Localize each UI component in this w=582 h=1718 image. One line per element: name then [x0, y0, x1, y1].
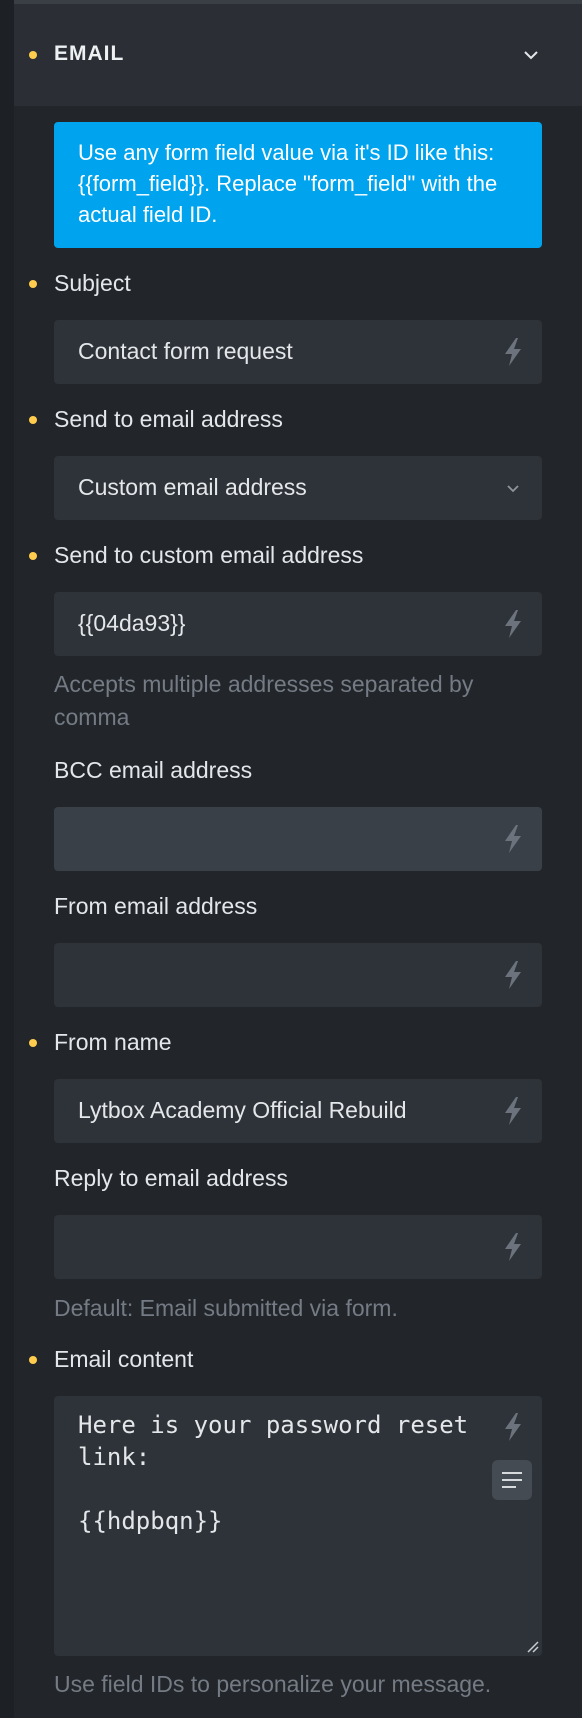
resize-handle[interactable] [525, 1639, 539, 1653]
required-dot [29, 280, 37, 288]
email-content-value: Here is your password reset link: {{hdpb… [78, 1411, 469, 1535]
chevron-down-icon [507, 485, 519, 493]
bolt-icon[interactable] [502, 1412, 524, 1442]
bolt-icon[interactable] [502, 824, 524, 854]
reply-to-label: Reply to email address [54, 1165, 288, 1191]
subject-input[interactable]: Contact form request [54, 320, 542, 384]
send-to-label: Send to email address [54, 406, 283, 432]
from-email-label: From email address [54, 893, 258, 919]
required-dot [29, 51, 37, 59]
custom-to-input[interactable]: {{04da93}} [54, 592, 542, 656]
bcc-label: BCC email address [54, 757, 253, 783]
bolt-icon[interactable] [502, 1096, 524, 1126]
reply-to-input[interactable] [54, 1215, 542, 1279]
bcc-input[interactable] [54, 807, 542, 871]
reply-to-help: Default: Email submitted via form. [54, 1295, 398, 1321]
section-title: EMAIL [54, 42, 125, 65]
required-dot [29, 1356, 37, 1364]
email-content-help: Use field IDs to personalize your messag… [54, 1671, 492, 1697]
bolt-icon[interactable] [502, 1232, 524, 1262]
bolt-icon[interactable] [502, 960, 524, 990]
left-gutter [0, 0, 14, 1718]
from-name-label: From name [54, 1029, 172, 1055]
email-content-textarea[interactable]: Here is your password reset link: {{hdpb… [54, 1396, 542, 1656]
required-dot [29, 1039, 37, 1047]
custom-to-value: {{04da93}} [78, 610, 186, 636]
from-name-input[interactable]: Lytbox Academy Official Rebuild [54, 1079, 542, 1143]
info-callout: Use any form field value via it's ID lik… [54, 122, 542, 248]
custom-to-help: Accepts multiple addresses separated by … [54, 671, 474, 730]
subject-label: Subject [54, 270, 131, 296]
chevron-down-icon[interactable] [523, 49, 539, 61]
send-to-value: Custom email address [78, 474, 307, 500]
required-dot [29, 416, 37, 424]
bolt-icon[interactable] [502, 337, 524, 367]
send-to-select[interactable]: Custom email address [54, 456, 542, 520]
from-name-value: Lytbox Academy Official Rebuild [78, 1097, 407, 1123]
custom-to-label: Send to custom email address [54, 542, 364, 568]
subject-value: Contact form request [78, 338, 293, 364]
text-format-icon[interactable] [492, 1460, 532, 1500]
from-email-input[interactable] [54, 943, 542, 1007]
required-dot [29, 552, 37, 560]
email-content-label: Email content [54, 1346, 194, 1372]
bolt-icon[interactable] [502, 609, 524, 639]
